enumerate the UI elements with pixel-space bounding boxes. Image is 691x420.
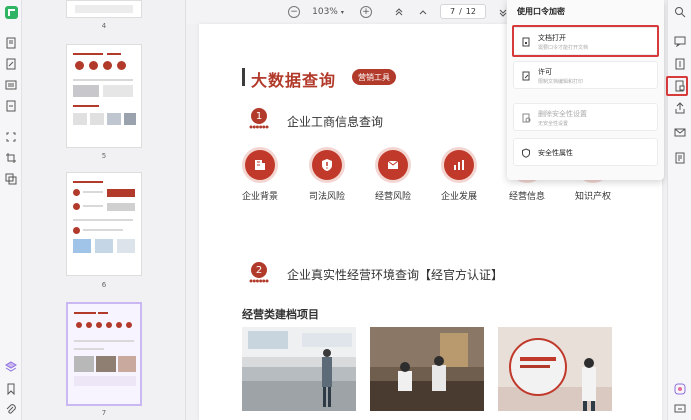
convert-icon[interactable] <box>4 99 18 113</box>
seal-ribbon: ●●●●●● <box>249 124 269 129</box>
left-toolbar <box>0 0 22 420</box>
menu-item-sublabel: 无安全性设置 <box>538 121 569 127</box>
chevron-up-icon <box>419 10 427 15</box>
stamp-icon[interactable] <box>4 36 18 50</box>
thumbnail-page-6[interactable] <box>66 172 142 276</box>
thumbnail-page-4[interactable] <box>66 0 142 18</box>
thumbnail-label: 6 <box>101 281 107 289</box>
feature-label: 经营风险 <box>374 192 411 202</box>
seal-ribbon: ●●●●●● <box>249 278 269 283</box>
thumbnail-panel[interactable]: 4 5 6 7 <box>22 0 186 420</box>
form-icon[interactable] <box>4 78 18 92</box>
title-badge: 营销工具 <box>352 69 396 85</box>
zoom-level: 103% <box>312 7 338 17</box>
feature-label: 经营信息 <box>508 192 545 202</box>
zoom-out-icon: − <box>288 6 300 18</box>
right-toolbar <box>666 0 691 420</box>
permission-icon <box>522 71 530 81</box>
feature-enterprise-development: 企业发展 <box>432 150 486 202</box>
menu-item-label: 删除安全性设置 <box>538 110 587 118</box>
feature-label: 知识产权 <box>574 192 611 202</box>
thumbnail-label: 4 <box>101 22 107 30</box>
ocr-icon[interactable] <box>4 130 18 144</box>
alert-shield-icon <box>312 150 342 180</box>
total-pages: 12 <box>465 7 476 16</box>
menu-item-security-properties[interactable]: 安全性属性 <box>513 138 658 166</box>
compress-icon[interactable] <box>674 58 686 70</box>
highlight-box <box>512 25 659 57</box>
feature-operating-risk: 经营风险 <box>366 150 420 202</box>
crop-icon[interactable] <box>4 151 18 165</box>
menu-item-label: 许可 <box>538 68 552 76</box>
feature-label: 企业发展 <box>440 192 477 202</box>
office-photo-2 <box>370 327 484 411</box>
subheading: 经营类建档项目 <box>242 308 319 321</box>
thumbnail-label: 5 <box>101 152 107 160</box>
previous-page-button[interactable] <box>416 4 430 20</box>
ai-assistant-icon[interactable] <box>674 383 686 395</box>
menu-item-label: 安全性属性 <box>538 149 573 157</box>
zoom-in-icon: + <box>360 6 372 18</box>
attachment-icon[interactable] <box>4 403 18 417</box>
mail-shield-icon <box>378 150 408 180</box>
remove-security-icon <box>522 113 531 123</box>
page-separator: / <box>459 7 462 16</box>
menu-item-sublabel: 限制文档编辑和打印 <box>538 79 584 85</box>
edit-document-icon[interactable] <box>4 57 18 71</box>
double-chevron-up-icon <box>395 8 403 16</box>
security-properties-icon <box>522 148 530 158</box>
page-number-field[interactable]: 7 / 12 <box>440 4 486 19</box>
office-photo-3 <box>498 327 612 411</box>
feature-enterprise-background: 企业背景 <box>233 150 287 202</box>
share-icon[interactable] <box>674 102 686 114</box>
password-security-menu: 使用口令加密 文档打开 需要口令才能打开文档 许可 限制文档编辑和打印 删除安全… <box>507 0 664 180</box>
title-accent-bar <box>242 68 245 86</box>
section-number: 1 <box>251 108 267 124</box>
email-icon[interactable] <box>674 126 686 138</box>
thumbnail-page-7-selected[interactable] <box>66 302 142 406</box>
section-2-seal-icon: 2 ●●●●●● <box>242 262 276 290</box>
first-page-button[interactable] <box>392 4 406 20</box>
bar-chart-icon <box>444 150 474 180</box>
building-icon <box>245 150 275 180</box>
thumbnail-label: 7 <box>101 409 107 417</box>
feature-judicial-risk: 司法风险 <box>300 150 354 202</box>
comment-icon[interactable] <box>674 35 686 48</box>
chevron-down-icon: ▾ <box>340 8 344 16</box>
section-2-title: 企业真实性经营环境查询【经官方认证】 <box>287 268 504 282</box>
section-1-title: 企业工商信息查询 <box>287 115 384 129</box>
section-1-seal-icon: 1 ●●●●●● <box>242 108 276 136</box>
feature-label: 司法风险 <box>308 192 345 202</box>
zoom-out-button[interactable]: − <box>286 4 302 20</box>
feature-label: 企业背景 <box>241 192 278 202</box>
feedback-icon[interactable] <box>674 403 686 415</box>
thumbnail-page-5[interactable] <box>66 44 142 148</box>
app-logo-icon <box>4 5 18 19</box>
menu-item-remove-security[interactable]: 删除安全性设置 无安全性设置 <box>513 103 658 131</box>
protect-document-icon[interactable] <box>674 80 686 92</box>
current-page: 7 <box>450 7 456 16</box>
document-properties-icon[interactable] <box>674 152 686 164</box>
organize-pages-icon[interactable] <box>4 172 18 186</box>
zoom-in-button[interactable]: + <box>358 4 374 20</box>
layers-icon[interactable] <box>4 360 18 374</box>
menu-item-permissions[interactable]: 许可 限制文档编辑和打印 <box>513 61 658 89</box>
section-number: 2 <box>251 262 267 278</box>
bookmark-icon[interactable] <box>4 382 18 396</box>
zoom-level-dropdown[interactable]: 103% ▾ <box>310 4 346 20</box>
search-icon[interactable] <box>674 6 686 18</box>
menu-title: 使用口令加密 <box>517 7 565 16</box>
page-title: 大数据查询 <box>251 71 337 90</box>
office-photo-1 <box>242 327 356 411</box>
